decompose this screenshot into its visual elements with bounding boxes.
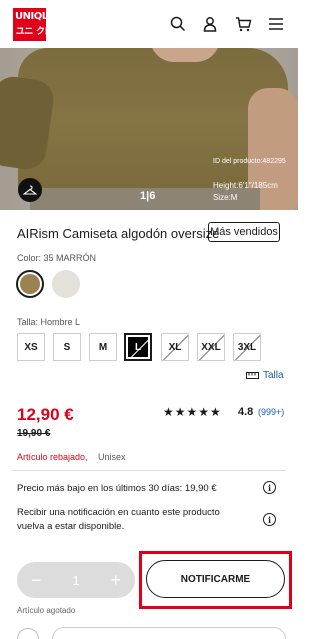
color-swatch-marron[interactable] bbox=[16, 270, 44, 298]
model-height-text: Height:6'1"/185cm bbox=[213, 181, 278, 190]
size-option-xxl[interactable]: XXL bbox=[197, 333, 225, 361]
product-title: AIRism Camiseta algodón oversize bbox=[17, 226, 220, 241]
quantity-stepper: − 1 + bbox=[17, 562, 135, 598]
image-pager: 1|6 bbox=[140, 190, 156, 202]
account-icon[interactable] bbox=[200, 14, 220, 34]
notify-text-line1: Recibir una notificación en cuanto este … bbox=[17, 507, 220, 518]
size-option-m[interactable]: M bbox=[89, 333, 117, 361]
lowest-price-text: Precio más bajo en los últimos 30 días: … bbox=[17, 483, 217, 494]
model-size-text: Size:M bbox=[213, 193, 238, 202]
uniqlo-logo[interactable]: UNI QLO ユニ クロ bbox=[13, 8, 56, 41]
gender-tag: Unisex bbox=[98, 452, 126, 462]
size-option-s[interactable]: S bbox=[53, 333, 81, 361]
size-option-3xl[interactable]: 3XL bbox=[233, 333, 261, 361]
favorite-button[interactable] bbox=[17, 628, 39, 639]
size-guide-link[interactable]: Talla bbox=[246, 370, 284, 381]
review-count-link[interactable]: (999+) bbox=[258, 407, 284, 417]
ruler-icon bbox=[246, 372, 259, 379]
header: UNI QLO ユニ クロ bbox=[0, 0, 298, 48]
cart-icon[interactable] bbox=[233, 14, 253, 34]
decrease-button[interactable]: − bbox=[31, 570, 42, 591]
product-id-text: ID del producto:482295 bbox=[213, 158, 286, 165]
increase-button[interactable]: + bbox=[110, 570, 121, 591]
product-image[interactable]: ID del producto:482295 Height:6'1"/185cm… bbox=[0, 48, 298, 210]
size-option-l[interactable]: L bbox=[124, 333, 152, 361]
notify-button[interactable]: NOTIFICARME bbox=[146, 560, 285, 598]
notify-text-line2: vuelva a estar disponible. bbox=[17, 521, 125, 532]
menu-icon[interactable] bbox=[266, 14, 286, 34]
out-of-stock-text: Artículo agotado bbox=[17, 606, 76, 615]
quantity-value: 1 bbox=[72, 572, 80, 588]
logo-text-3: ユニ bbox=[15, 26, 34, 37]
rating-stars[interactable]: ★★★★★ bbox=[163, 405, 222, 419]
hanger-icon[interactable] bbox=[18, 178, 42, 202]
search-icon[interactable] bbox=[168, 14, 188, 34]
bestseller-badge: Más vendidos bbox=[208, 222, 280, 242]
size-option-xs[interactable]: XS bbox=[17, 333, 45, 361]
sale-tag: Artículo rebajado, bbox=[17, 452, 88, 462]
info-icon[interactable]: i bbox=[263, 481, 276, 494]
size-guide-label: Talla bbox=[263, 370, 284, 381]
color-swatch-beige[interactable] bbox=[52, 270, 80, 298]
rating-value: 4.8 bbox=[238, 406, 254, 418]
divider bbox=[12, 470, 286, 471]
color-label: Color: 35 MARRÓN bbox=[17, 253, 97, 263]
size-option-xl[interactable]: XL bbox=[161, 333, 189, 361]
size-label: Talla: Hombre L bbox=[17, 317, 81, 327]
original-price: 19,90 € bbox=[17, 428, 51, 439]
logo-text-1: UNI bbox=[15, 11, 34, 22]
sale-price: 12,90 € bbox=[17, 405, 74, 424]
store-availability-button[interactable] bbox=[52, 627, 286, 639]
info-icon[interactable]: i bbox=[263, 513, 276, 526]
logo-text-2: QLO bbox=[33, 11, 56, 22]
logo-text-4: クロ bbox=[35, 26, 54, 37]
